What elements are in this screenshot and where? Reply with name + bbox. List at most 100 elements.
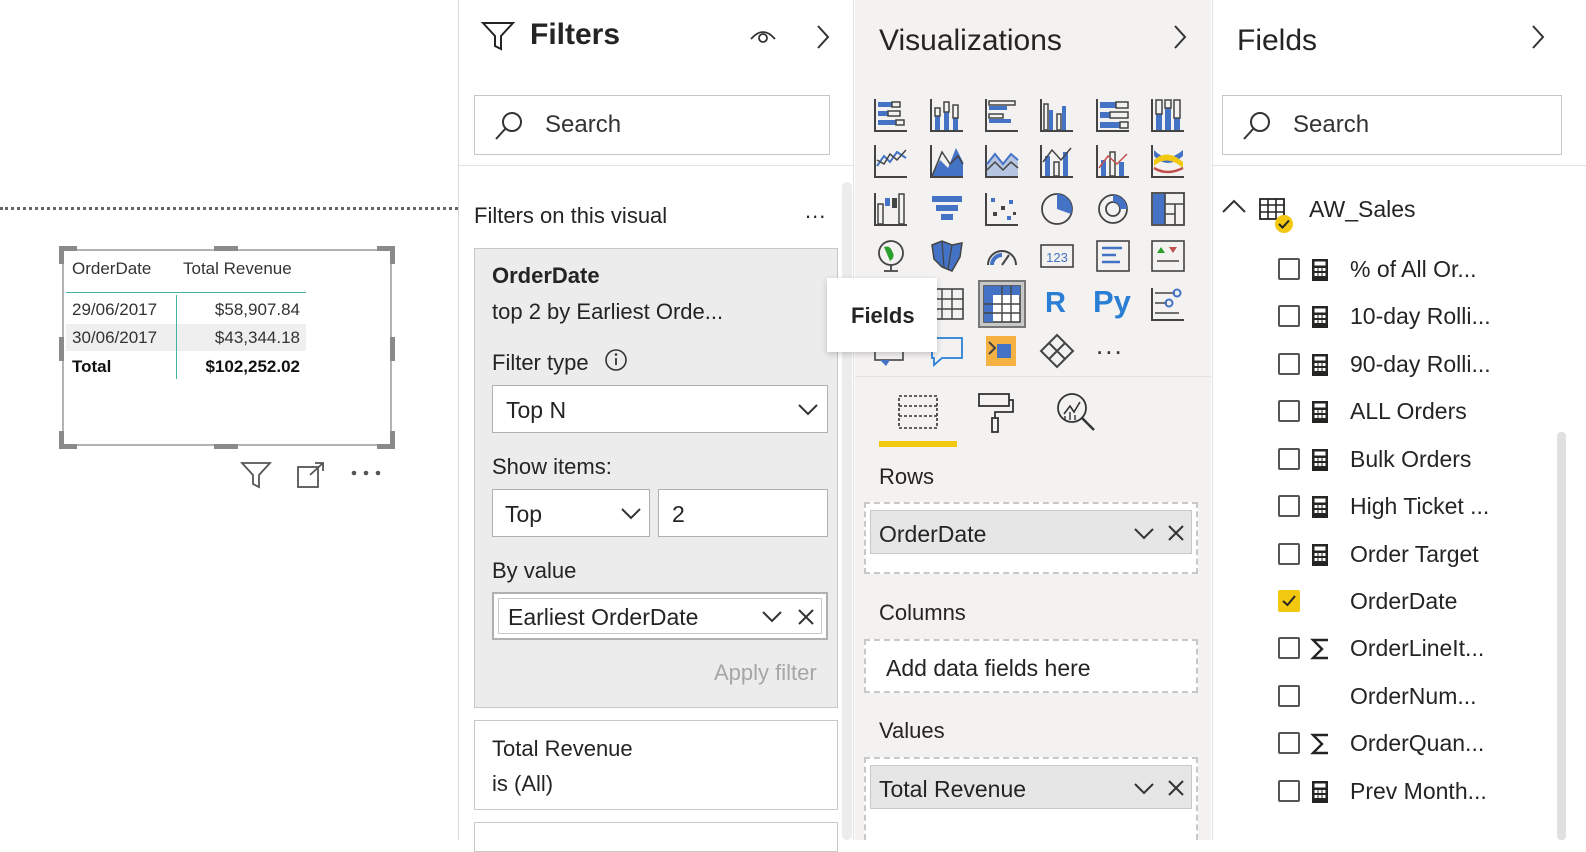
filters-search-input[interactable]: Search	[474, 95, 830, 155]
resize-handle-tl-v[interactable]	[59, 246, 64, 264]
checkbox[interactable]	[1278, 258, 1300, 280]
stacked-column-chart-icon[interactable]	[928, 96, 966, 134]
collapse-filters-chevron-icon[interactable]	[815, 24, 831, 50]
stacked-area-chart-icon[interactable]	[983, 142, 1021, 180]
rows-field-pill[interactable]: OrderDate	[870, 510, 1192, 554]
scatter-chart-icon[interactable]	[983, 190, 1021, 228]
checkbox[interactable]	[1278, 685, 1300, 707]
column-header-orderdate[interactable]: OrderDate	[72, 259, 151, 279]
checkbox-checked[interactable]	[1278, 590, 1300, 612]
treemap-icon[interactable]	[1149, 190, 1187, 228]
collapse-fields-chevron-icon[interactable]	[1530, 24, 1546, 50]
section-more-options[interactable]: ...	[805, 198, 826, 224]
chevron-down-icon[interactable]	[761, 610, 783, 624]
total-value: $102,252.02	[205, 357, 300, 376]
checkbox[interactable]	[1278, 780, 1300, 802]
resize-handle-bottom[interactable]	[214, 444, 238, 449]
columns-well[interactable]: Add data fields here	[864, 639, 1198, 693]
columns-placeholder: Add data fields here	[886, 655, 1091, 681]
checkbox[interactable]	[1278, 448, 1300, 470]
matrix-visual-selected[interactable]	[978, 280, 1026, 328]
field-name: Prev Month...	[1350, 778, 1487, 804]
power-apps-icon[interactable]	[1038, 332, 1076, 370]
resize-handle-top[interactable]	[214, 246, 238, 251]
area-chart-icon[interactable]	[928, 142, 966, 180]
table-cell-date: 29/06/2017	[72, 300, 158, 319]
eye-icon[interactable]	[749, 25, 777, 47]
column-header-total-revenue[interactable]: Total Revenue	[183, 259, 292, 279]
fields-scrollbar[interactable]	[1557, 432, 1566, 840]
clustered-column-chart-icon[interactable]	[1038, 96, 1076, 134]
clustered-bar-chart-icon[interactable]	[983, 96, 1021, 134]
analytics-magnifier-icon[interactable]	[1054, 390, 1098, 434]
show-items-count-input[interactable]: 2	[658, 489, 828, 537]
line-and-stacked-column-chart-icon[interactable]	[1038, 142, 1076, 180]
report-canvas[interactable]: OrderDate Total Revenue 29/06/2017 $58,9…	[0, 0, 458, 840]
search-placeholder: Search	[1293, 111, 1370, 138]
filter-icon[interactable]	[240, 460, 272, 490]
more-options-icon[interactable]	[350, 462, 384, 484]
remove-field-icon[interactable]	[1167, 524, 1185, 542]
chevron-down-icon[interactable]	[1133, 782, 1155, 796]
by-value-pill[interactable]: Earliest OrderDate	[498, 598, 822, 634]
checkbox[interactable]	[1278, 543, 1300, 565]
100-stacked-bar-chart-icon[interactable]	[1094, 96, 1132, 134]
focus-mode-icon[interactable]	[296, 461, 326, 489]
filter-card-next[interactable]	[474, 822, 838, 852]
python-visual-icon[interactable]: Py	[1093, 284, 1131, 320]
ribbon-chart-icon[interactable]	[1149, 142, 1187, 180]
chevron-down-icon[interactable]	[1133, 527, 1155, 541]
remove-field-icon[interactable]	[797, 608, 815, 626]
calculator-icon	[1310, 304, 1330, 330]
filter-type-dropdown[interactable]: Top N	[492, 385, 828, 433]
values-well-label: Values	[879, 718, 945, 743]
resize-handle-left[interactable]	[59, 337, 64, 361]
card-icon[interactable]: 123	[1038, 237, 1076, 275]
stacked-bar-chart-icon[interactable]	[872, 96, 910, 134]
checkbox[interactable]	[1278, 400, 1300, 422]
table-cell-date: 30/06/2017	[72, 328, 158, 347]
checkbox[interactable]	[1278, 305, 1300, 327]
by-value-drop-zone[interactable]: Earliest OrderDate	[492, 592, 828, 640]
resize-handle-br-v[interactable]	[390, 431, 395, 449]
calculator-icon	[1310, 494, 1330, 520]
smart-narrative-icon[interactable]	[983, 332, 1021, 370]
checkbox[interactable]	[1278, 637, 1300, 659]
r-visual-icon[interactable]: R	[1045, 287, 1066, 320]
table-cell-revenue: $58,907.84	[214, 300, 300, 319]
waterfall-chart-icon[interactable]	[872, 190, 910, 228]
gauge-icon[interactable]	[983, 237, 1021, 275]
multi-row-card-icon[interactable]	[1094, 237, 1132, 275]
checkbox[interactable]	[1278, 732, 1300, 754]
funnel-chart-icon[interactable]	[928, 190, 966, 228]
remove-field-icon[interactable]	[1167, 779, 1185, 797]
show-items-count: 2	[672, 501, 685, 527]
fields-search-input[interactable]: Search	[1222, 95, 1562, 155]
map-icon[interactable]	[872, 237, 910, 275]
more-visuals-button[interactable]: ...	[1096, 330, 1124, 361]
table-name[interactable]: AW_Sales	[1309, 196, 1416, 223]
values-field-pill[interactable]: Total Revenue	[870, 765, 1192, 809]
filled-map-icon[interactable]	[928, 237, 966, 275]
line-chart-icon[interactable]	[872, 142, 910, 180]
100-stacked-column-chart-icon[interactable]	[1149, 96, 1187, 134]
resize-handle-tr-v[interactable]	[390, 246, 395, 264]
checkbox[interactable]	[1278, 495, 1300, 517]
resize-handle-bl-v[interactable]	[59, 431, 64, 449]
collapse-table-chevron-icon[interactable]	[1221, 197, 1247, 215]
checkbox[interactable]	[1278, 353, 1300, 375]
resize-handle-right[interactable]	[390, 337, 395, 361]
apply-filter-button[interactable]: Apply filter	[714, 660, 817, 686]
show-items-direction-dropdown[interactable]: Top	[492, 489, 650, 537]
format-paint-roller-icon[interactable]	[975, 390, 1015, 434]
donut-chart-icon[interactable]	[1094, 190, 1132, 228]
kpi-icon[interactable]	[1149, 237, 1187, 275]
line-and-clustered-column-chart-icon[interactable]	[1094, 142, 1132, 180]
fields-tab-icon[interactable]	[896, 390, 940, 434]
key-influencers-icon[interactable]	[1149, 285, 1187, 323]
collapse-visualizations-chevron-icon[interactable]	[1172, 24, 1188, 50]
field-name: Bulk Orders	[1350, 446, 1472, 472]
info-icon[interactable]	[604, 348, 628, 372]
pie-chart-icon[interactable]	[1038, 190, 1076, 228]
filters-pane: Filters Search Filters on this visual ..…	[458, 0, 854, 852]
